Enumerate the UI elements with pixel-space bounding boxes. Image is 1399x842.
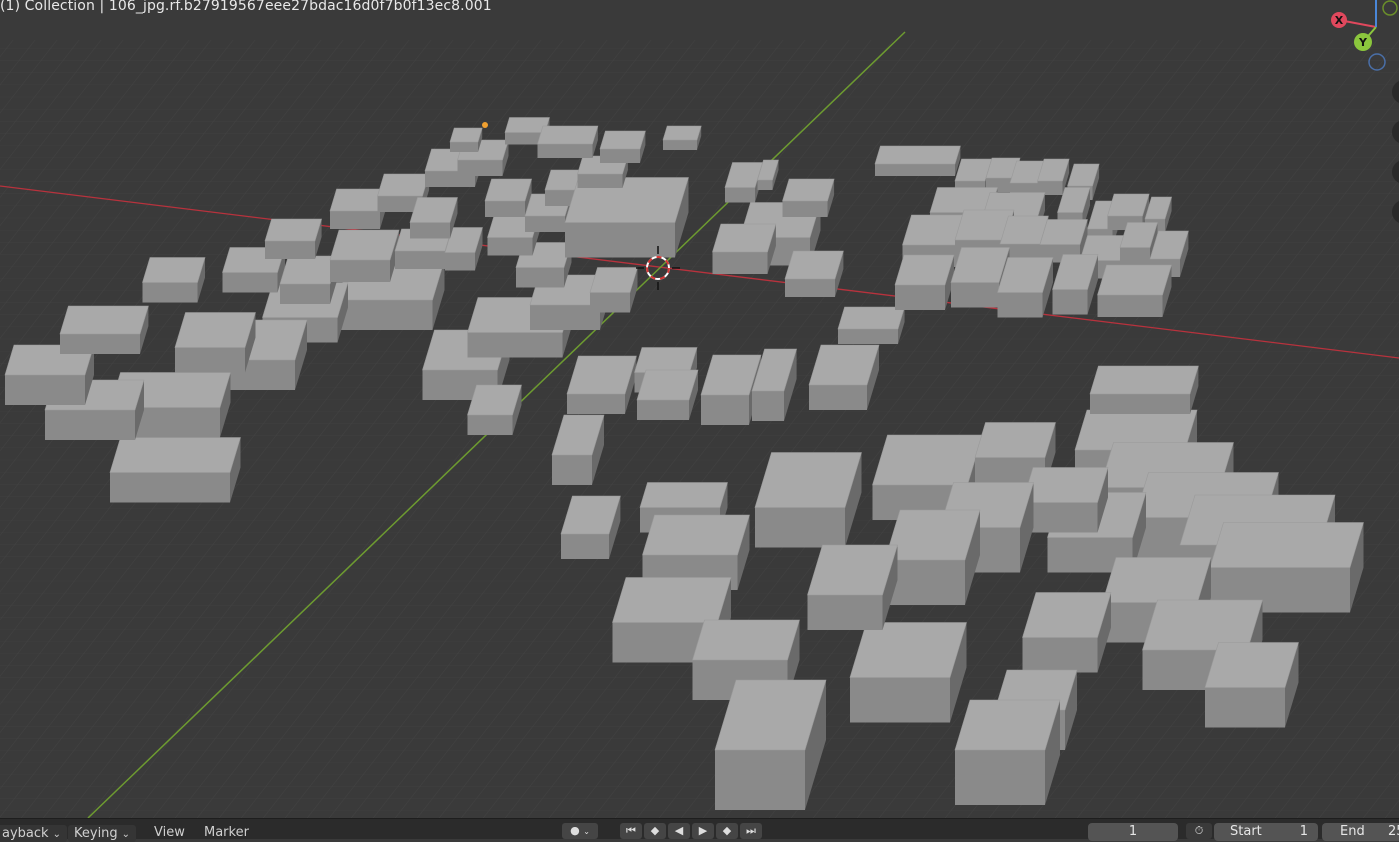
building-101[interactable] — [997, 257, 1054, 318]
auto-keying-button[interactable]: ● ⌄ — [562, 823, 598, 839]
jump-start-button[interactable]: ⏮ — [620, 823, 642, 839]
gizmo-neg-z-handle[interactable] — [1368, 53, 1386, 71]
building-30[interactable] — [636, 369, 699, 420]
gizmo-x-label: X — [1335, 14, 1344, 27]
building-15[interactable] — [1204, 642, 1299, 728]
building-53[interactable] — [279, 255, 339, 304]
record-icon: ● — [570, 824, 580, 837]
building-40[interactable] — [589, 267, 638, 313]
play-reverse-button[interactable]: ◀ — [668, 823, 690, 839]
building-1[interactable] — [754, 452, 862, 548]
perspective-toggle-button[interactable] — [1392, 200, 1399, 224]
current-frame-field[interactable]: 1 — [1088, 823, 1178, 841]
jump-end-icon: ⏭ — [746, 824, 756, 837]
building-33[interactable] — [808, 344, 880, 410]
playback-label: ayback — [2, 826, 49, 841]
building-37[interactable] — [467, 384, 522, 435]
building-71[interactable] — [599, 130, 646, 163]
keying-label: Keying — [74, 826, 118, 841]
end-frame-field[interactable]: End 25 — [1322, 823, 1399, 841]
building-35[interactable] — [1089, 365, 1199, 414]
building-103[interactable] — [1097, 264, 1172, 317]
building-70[interactable] — [537, 125, 599, 158]
next-keyframe-button[interactable]: ◆ — [716, 823, 738, 839]
zoom-button[interactable] — [1392, 80, 1399, 104]
end-value: 25 — [1388, 824, 1399, 839]
viewport-nav-buttons — [1392, 80, 1399, 240]
building-25[interactable] — [714, 679, 827, 810]
building-80[interactable] — [874, 145, 961, 176]
building-16[interactable] — [1022, 592, 1112, 673]
building-79[interactable] — [784, 250, 844, 297]
building-10[interactable] — [1022, 467, 1109, 533]
building-50[interactable] — [174, 312, 256, 373]
building-99[interactable] — [894, 254, 955, 310]
building-61[interactable] — [409, 197, 458, 239]
play-button[interactable]: ▶ — [692, 823, 714, 839]
building-55[interactable] — [329, 229, 400, 282]
building-67[interactable] — [564, 177, 689, 258]
building-34[interactable] — [837, 306, 906, 344]
building-77[interactable] — [712, 223, 777, 274]
building-49[interactable] — [59, 305, 149, 354]
building-20[interactable] — [807, 544, 898, 630]
building-8[interactable] — [1209, 522, 1364, 613]
timeline-header: ayback ⌄ Keying ⌄ View Marker ● ⌄ ⏮ ◆ ◀ ▶ … — [0, 818, 1399, 842]
building-19[interactable] — [954, 699, 1061, 805]
building-64[interactable] — [484, 178, 533, 217]
building-45[interactable] — [109, 437, 241, 503]
playback-menu[interactable]: ayback ⌄ — [0, 825, 67, 842]
prev-keyframe-icon: ◆ — [650, 824, 660, 837]
start-frame-field[interactable]: Start 1 — [1214, 823, 1318, 841]
play-reverse-icon: ◀ — [674, 824, 684, 837]
preview-range-button[interactable]: ⏱ — [1186, 823, 1212, 839]
keying-menu[interactable]: Keying ⌄ — [68, 825, 137, 842]
gizmo-y-label: Y — [1358, 36, 1368, 49]
start-value: 1 — [1299, 824, 1308, 839]
navigation-gizmo[interactable]: X Y — [1320, 0, 1399, 80]
3d-viewport[interactable] — [0, 0, 1399, 818]
building-54[interactable] — [264, 218, 323, 259]
building-26[interactable] — [560, 495, 621, 559]
jump-start-icon: ⏮ — [626, 824, 636, 837]
viewport-object-info: (1) Collection | 106_jpg.rf.b27919567eee… — [0, 0, 492, 14]
pan-button[interactable] — [1392, 120, 1399, 144]
building-28[interactable] — [566, 355, 637, 414]
building-73[interactable] — [449, 127, 483, 152]
building-51[interactable] — [142, 257, 206, 303]
play-icon: ▶ — [698, 824, 708, 837]
building-12[interactable] — [884, 509, 981, 605]
stopwatch-icon: ⏱ — [1194, 824, 1204, 837]
building-17[interactable] — [849, 622, 967, 723]
building-72[interactable] — [662, 125, 702, 150]
end-label: End — [1340, 824, 1365, 839]
start-label: Start — [1230, 824, 1262, 839]
chevron-down-icon: ⌄ — [583, 827, 590, 836]
building-78[interactable] — [782, 178, 835, 217]
prev-keyframe-button[interactable]: ◆ — [644, 823, 666, 839]
object-origin-dot — [482, 122, 488, 128]
jump-end-button[interactable]: ⏭ — [740, 823, 762, 839]
next-keyframe-icon: ◆ — [722, 824, 732, 837]
chevron-down-icon: ⌄ — [121, 829, 131, 840]
camera-view-button[interactable] — [1392, 160, 1399, 184]
gizmo-z-handle[interactable] — [1382, 0, 1398, 16]
chevron-down-icon: ⌄ — [52, 829, 61, 840]
